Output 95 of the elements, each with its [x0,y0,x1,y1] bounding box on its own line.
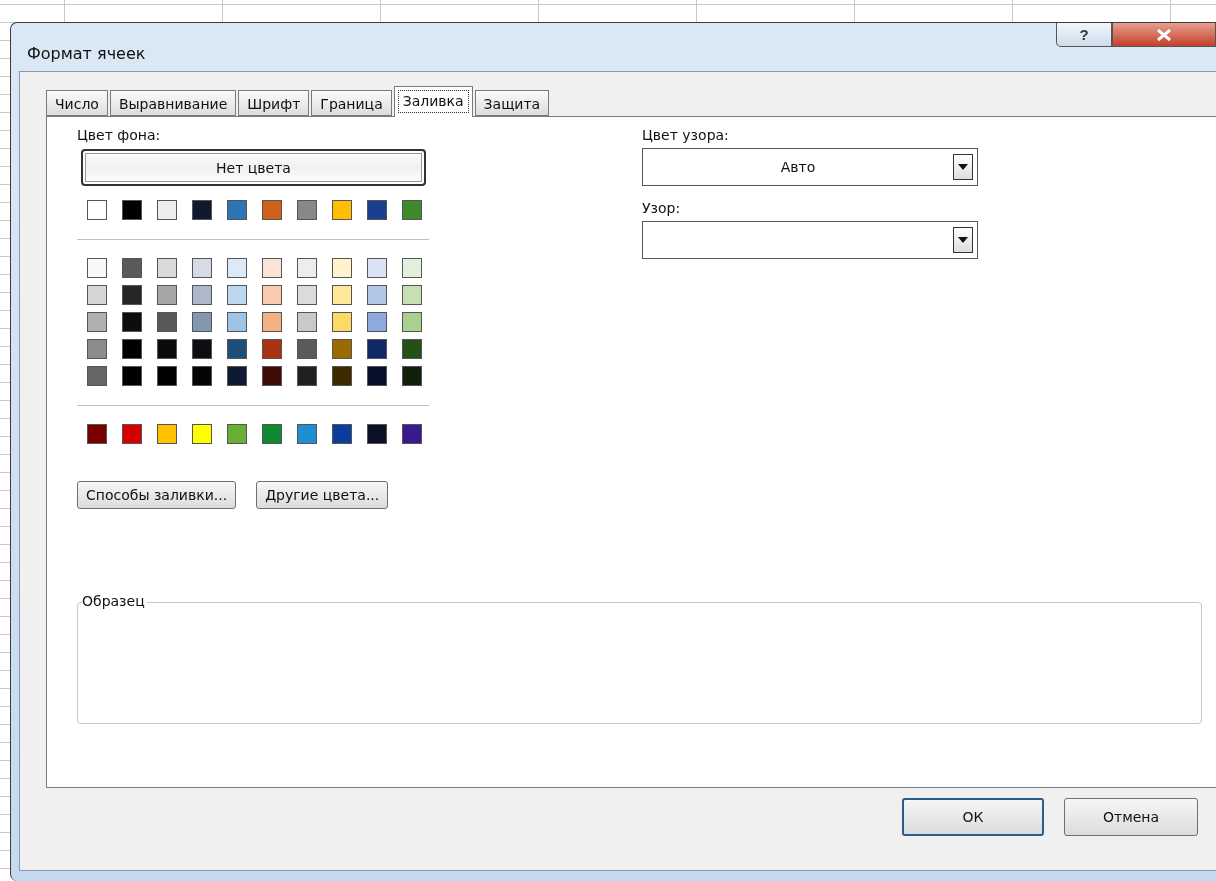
color-swatch[interactable] [157,200,177,220]
color-swatch[interactable] [332,424,352,444]
color-swatch[interactable] [297,424,317,444]
help-button[interactable]: ? [1056,23,1112,47]
no-color-button[interactable]: Нет цвета [81,149,426,186]
color-swatch[interactable] [332,258,352,278]
color-swatch[interactable] [192,424,212,444]
color-swatch[interactable] [192,285,212,305]
caret-icon [958,237,968,243]
color-swatch[interactable] [367,424,387,444]
color-swatch[interactable] [402,200,422,220]
color-swatch[interactable] [157,339,177,359]
color-swatch[interactable] [227,200,247,220]
color-swatch[interactable] [122,424,142,444]
color-swatch[interactable] [122,258,142,278]
color-swatch[interactable] [332,285,352,305]
color-swatch[interactable] [122,366,142,386]
close-button[interactable] [1112,23,1216,47]
color-swatch[interactable] [262,258,282,278]
color-swatch[interactable] [122,339,142,359]
color-swatch[interactable] [157,312,177,332]
tab[interactable]: Шрифт [238,90,310,116]
color-swatch[interactable] [157,258,177,278]
color-swatch[interactable] [297,312,317,332]
color-swatch[interactable] [262,339,282,359]
color-swatch[interactable] [367,285,387,305]
window-title: Формат ячеек [26,42,146,63]
color-swatch[interactable] [192,200,212,220]
tab[interactable]: Число [46,90,108,116]
tab[interactable]: Граница [311,90,392,116]
color-swatch[interactable] [332,366,352,386]
color-swatch[interactable] [192,366,212,386]
color-swatch[interactable] [297,258,317,278]
color-swatch[interactable] [367,200,387,220]
color-swatch[interactable] [227,312,247,332]
color-swatch[interactable] [367,258,387,278]
pattern-color-label: Цвет узора: [642,127,730,143]
pattern-color-dropdown[interactable]: Авто [642,148,978,186]
dialog-button[interactable]: Отмена [1064,798,1198,836]
color-swatch[interactable] [87,258,107,278]
color-swatch[interactable] [87,312,107,332]
color-swatch[interactable] [87,200,107,220]
color-swatch[interactable] [192,258,212,278]
color-swatch[interactable] [402,258,422,278]
close-icon [1157,28,1171,41]
color-swatch[interactable] [297,339,317,359]
color-swatch[interactable] [157,285,177,305]
tab[interactable]: Выравнивание [109,90,237,116]
dialog-button[interactable]: ОК [902,798,1044,836]
color-swatch[interactable] [157,424,177,444]
color-swatch[interactable] [87,285,107,305]
color-swatch[interactable] [122,312,142,332]
color-swatch[interactable] [332,200,352,220]
background-color-label: Цвет фона: [77,127,162,143]
color-swatch[interactable] [402,285,422,305]
color-swatch[interactable] [227,366,247,386]
color-swatch[interactable] [402,312,422,332]
caret-icon [958,164,968,170]
color-swatch[interactable] [262,424,282,444]
tab[interactable]: Защита [474,90,550,116]
color-swatch[interactable] [262,285,282,305]
color-swatch[interactable] [262,312,282,332]
color-swatch[interactable] [402,339,422,359]
color-swatch[interactable] [122,285,142,305]
color-swatch[interactable] [367,339,387,359]
pattern-style-label: Узор: [642,200,682,216]
color-swatch[interactable] [367,312,387,332]
dropdown-arrow-button[interactable] [953,227,973,253]
color-swatch[interactable] [297,366,317,386]
color-swatch[interactable] [332,339,352,359]
color-swatch[interactable] [402,424,422,444]
color-swatch[interactable] [297,200,317,220]
sample-label: Образец [82,593,147,609]
color-swatch[interactable] [262,200,282,220]
color-swatch[interactable] [227,424,247,444]
color-swatch[interactable] [192,339,212,359]
color-swatch[interactable] [192,312,212,332]
fill-effects-button[interactable]: Способы заливки... [77,481,237,509]
color-swatch[interactable] [227,285,247,305]
color-swatch[interactable] [87,339,107,359]
color-swatch[interactable] [157,366,177,386]
color-swatch[interactable] [297,285,317,305]
color-swatch[interactable] [332,312,352,332]
color-swatch[interactable] [262,366,282,386]
color-swatch[interactable] [227,258,247,278]
color-swatch[interactable] [402,366,422,386]
color-swatch[interactable] [227,339,247,359]
color-swatch[interactable] [122,200,142,220]
tab[interactable]: Заливка [393,86,473,117]
more-colors-button[interactable]: Другие цвета... [256,481,389,509]
color-swatch[interactable] [87,424,107,444]
color-swatch[interactable] [367,366,387,386]
pattern-style-dropdown[interactable] [642,221,978,259]
color-swatch[interactable] [87,366,107,386]
dropdown-arrow-button[interactable] [953,154,973,180]
